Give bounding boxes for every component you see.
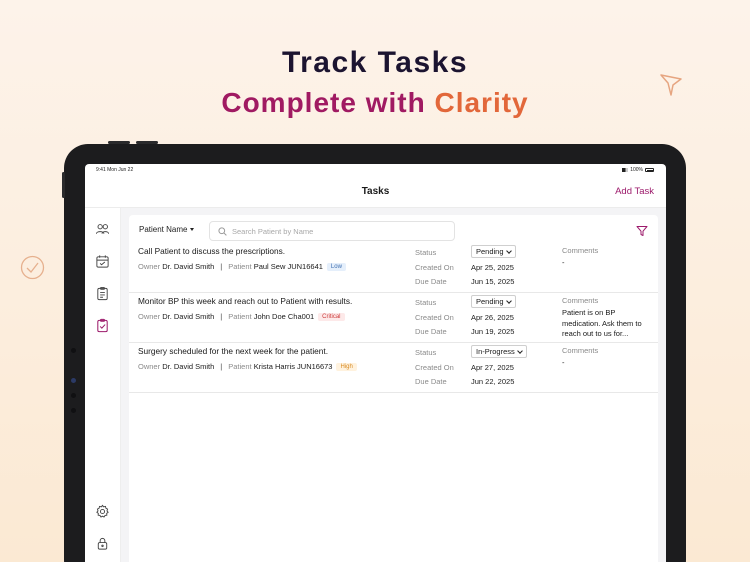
status-indicators: 100% [622, 167, 654, 173]
battery-icon [645, 168, 654, 172]
due-date-label: Due Date [415, 377, 447, 386]
created-on-value: Apr 25, 2025 [471, 263, 514, 272]
task-row[interactable]: Surgery scheduled for the next week for … [129, 343, 658, 393]
patient-label: Patient [228, 312, 252, 321]
comments-value: - [562, 258, 565, 267]
patient-value: Paul Sew JUN16641 [253, 262, 323, 271]
chevron-down-icon [505, 247, 512, 254]
status-value: In-Progress [476, 347, 515, 356]
search-placeholder: Search Patient by Name [232, 226, 314, 236]
signal-icon [622, 168, 629, 172]
filter-icon[interactable] [636, 225, 648, 237]
status-label: Status [415, 348, 437, 357]
sensor-dot-2 [71, 393, 76, 398]
comments-value: - [562, 358, 565, 367]
comments-value: Patient is on BP medication. Ask them to… [562, 308, 642, 338]
patient-label: Patient [228, 362, 252, 371]
task-title: Call Patient to discuss the prescription… [138, 246, 286, 256]
owner-value: Dr. David Smith [162, 362, 215, 371]
patient-name-select-label: Patient Name [139, 225, 188, 234]
decorative-check-icon [20, 255, 45, 280]
status-time: 9:41 Mon Jun 22 [96, 167, 134, 173]
add-task-button[interactable]: Add Task [615, 186, 654, 197]
sensor-dot [71, 378, 76, 383]
patient-label: Patient [228, 262, 252, 271]
patient-name-select[interactable]: Patient Name [139, 225, 195, 234]
page-title: Tasks [361, 186, 390, 197]
patient-value: John Doe Cha001 [253, 312, 315, 321]
due-date-value: Jun 19, 2025 [471, 327, 515, 336]
task-title: Monitor BP this week and reach out to Pa… [138, 296, 353, 306]
separator: | [220, 312, 223, 321]
created-on-value: Apr 27, 2025 [471, 363, 514, 372]
task-meta: Owner Dr. David Smith | Patient John Doe… [138, 312, 345, 321]
camera-dot [71, 348, 76, 353]
priority-badge: Critical [318, 312, 345, 321]
status-value: Pending [476, 247, 504, 256]
filter-bar: Patient Name Search Patient by Name [129, 221, 658, 243]
task-title: Surgery scheduled for the next week for … [138, 346, 329, 356]
due-date-label: Due Date [415, 327, 447, 336]
created-on-value: Apr 26, 2025 [471, 313, 514, 322]
priority-badge: High [336, 362, 357, 371]
owner-label: Owner [138, 312, 161, 321]
users-icon[interactable] [95, 222, 110, 237]
comments-label: Comments [562, 346, 599, 355]
due-date-value: Jun 22, 2025 [471, 377, 515, 386]
due-date-label: Due Date [415, 277, 447, 286]
main-content: Patient Name Search Patient by Name Call… [121, 208, 666, 562]
status-select[interactable]: Pending [471, 295, 516, 308]
task-meta: Owner Dr. David Smith | Patient Paul Sew… [138, 262, 346, 271]
tasks-card: Patient Name Search Patient by Name Call… [129, 215, 658, 562]
battery-percent: 100% [630, 167, 643, 173]
owner-value: Dr. David Smith [162, 312, 215, 321]
chevron-down-icon [505, 297, 512, 304]
hero-headline: Track Tasks Complete with Clarity [0, 46, 750, 122]
patient-value: Krista Harris JUN16673 [253, 362, 333, 371]
task-row[interactable]: Monitor BP this week and reach out to Pa… [129, 293, 658, 343]
owner-label: Owner [138, 262, 161, 271]
search-icon [218, 226, 227, 236]
tablet-top-button-2 [136, 141, 158, 144]
status-bar: 9:41 Mon Jun 22 100% [85, 164, 666, 176]
hero-subtitle-part2: Clarity [434, 87, 529, 118]
hero-title: Track Tasks [281, 46, 469, 79]
separator: | [220, 362, 223, 371]
comments-label: Comments [562, 246, 599, 255]
hero-subtitle-part1: Complete with [221, 87, 435, 118]
status-select[interactable]: Pending [471, 245, 516, 258]
task-row[interactable]: Call Patient to discuss the prescription… [129, 243, 658, 293]
nav-bar: Tasks Add Task [85, 176, 666, 208]
status-value: Pending [476, 297, 504, 306]
search-input[interactable]: Search Patient by Name [209, 221, 455, 241]
tablet-screen: 9:41 Mon Jun 22 100% Tasks Add Task Pati… [85, 164, 666, 562]
sensor-dot-3 [71, 408, 76, 413]
decorative-filter-icon [660, 74, 682, 96]
comments-label: Comments [562, 296, 599, 305]
status-select[interactable]: In-Progress [471, 345, 527, 358]
created-on-label: Created On [415, 263, 454, 272]
created-on-label: Created On [415, 313, 454, 322]
status-label: Status [415, 298, 437, 307]
sidebar [85, 208, 121, 562]
calendar-check-icon[interactable] [95, 254, 110, 269]
owner-label: Owner [138, 362, 161, 371]
tablet-side-button [62, 172, 65, 198]
separator: | [220, 262, 223, 271]
owner-value: Dr. David Smith [162, 262, 215, 271]
clipboard-icon[interactable] [95, 286, 110, 301]
status-label: Status [415, 248, 437, 257]
hero-subtitle: Complete with Clarity [0, 84, 750, 122]
created-on-label: Created On [415, 363, 454, 372]
priority-badge: Low [326, 262, 346, 271]
chevron-down-icon [516, 347, 523, 354]
tasks-icon[interactable] [95, 318, 110, 333]
lock-icon[interactable] [95, 536, 110, 551]
tablet-top-button [108, 141, 130, 144]
task-meta: Owner Dr. David Smith | Patient Krista H… [138, 362, 357, 371]
due-date-value: Jun 15, 2025 [471, 277, 515, 286]
caret-down-icon [190, 228, 195, 231]
gear-icon[interactable] [95, 504, 110, 519]
